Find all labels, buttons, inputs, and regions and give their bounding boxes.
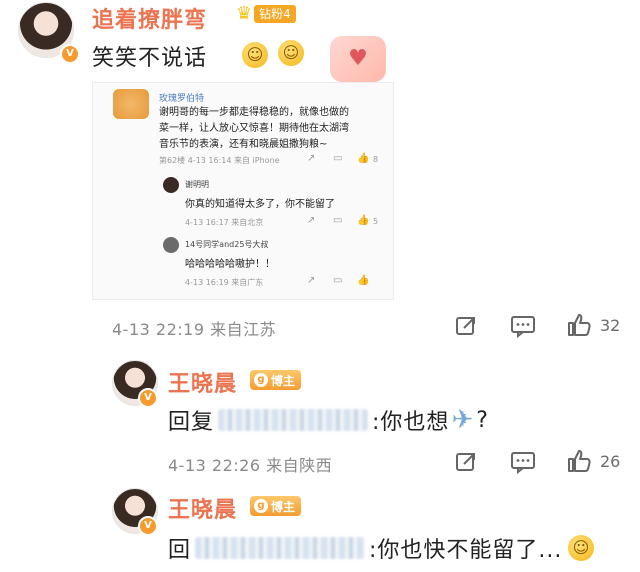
reply2-username[interactable]: 王晓晨 — [168, 492, 237, 524]
comment-icon — [511, 452, 535, 475]
crown-icon: ♛ — [236, 3, 253, 24]
like-icon — [568, 314, 591, 336]
comment-text: 笑笑不说话 — [92, 46, 208, 71]
embedded-meta: 第62楼 4-13 16:14 来自 iPhone — [159, 156, 280, 165]
like-count: 32 — [600, 315, 621, 335]
reply1-verified-badge-icon: V — [138, 388, 158, 408]
reply1-like-button[interactable]: 26 — [566, 448, 620, 474]
embedded-reply2-author: 14号同学and25号大叔 — [185, 240, 269, 249]
embedded-reply2-share-icon: ↗ — [307, 275, 316, 286]
verified-badge-icon: V — [60, 44, 80, 64]
embedded-like-count: 8 — [373, 155, 379, 164]
fan-level-label: 钻粉4 — [254, 5, 296, 23]
embedded-share-icon: ↗ — [307, 153, 316, 164]
embedded-reply2-meta: 4-13 16:19 来自广东 — [185, 278, 264, 287]
smirk-emoji-icon: ☺ — [242, 42, 268, 68]
reply1-body: :你也想 — [372, 410, 450, 435]
reply2-blurred-mention — [195, 537, 366, 559]
embedded-avatar — [113, 89, 149, 119]
upside-down-emoji-icon: ☺ — [568, 535, 595, 561]
embedded-comment-icon: ▭ — [333, 153, 343, 164]
reply2-prefix: 回 — [168, 538, 192, 563]
share-icon — [456, 453, 475, 471]
embedded-reply1-author: 谢明明 — [185, 180, 209, 189]
reply2-body: :你也快不能留了... — [369, 538, 563, 563]
airplane-icon: ✈ — [451, 405, 475, 435]
embedded-reply1-text: 你真的知道得太多了，你不能留了 — [185, 199, 335, 210]
reply1-meta: 4-13 22:26 来自陕西 — [168, 456, 333, 475]
fan-level-badge[interactable]: ♛ 钻粉4 — [236, 5, 296, 23]
like-button[interactable]: 32 — [566, 312, 620, 338]
embedded-reply2-avatar — [163, 237, 179, 253]
love-sticker-icon: ♥ — [330, 36, 386, 82]
share-icon — [456, 317, 475, 335]
embedded-like-icon: 👍 — [357, 153, 370, 164]
embedded-text-line1: 谢明哥的每一步都走得稳稳的，就像也做的 — [159, 107, 349, 118]
embedded-reply2-comment-icon: ▭ — [333, 275, 343, 286]
author-badge-icon: g — [254, 499, 268, 513]
embedded-reply1-share-icon: ↗ — [307, 215, 316, 226]
reply1-share-button[interactable] — [454, 450, 478, 474]
reply2-text: 回 :你也快不能留了... ☺ — [168, 532, 595, 564]
reply1-comment-button[interactable] — [510, 450, 536, 475]
reply2-verified-badge-icon: V — [138, 516, 158, 536]
embedded-reply1-like-count: 5 — [373, 217, 379, 226]
share-button[interactable] — [454, 314, 478, 338]
comment-button[interactable] — [510, 314, 536, 339]
embedded-reply2-text: 哈哈哈哈哈嗷护！！ — [185, 259, 275, 270]
comment-meta: 4-13 22:19 来自江苏 — [112, 320, 277, 339]
author-badge-label: 博主 — [271, 499, 296, 514]
embedded-reply1-like-icon: 👍 — [357, 215, 370, 226]
username[interactable]: 追着撩胖弯 — [92, 2, 207, 34]
reply1-tail: ? — [476, 407, 489, 433]
like-icon — [568, 450, 591, 472]
reply1-like-count: 26 — [600, 451, 621, 471]
embedded-reply1-comment-icon: ▭ — [333, 215, 343, 226]
embedded-reply1-meta: 4-13 16:17 来自北京 — [185, 218, 264, 227]
comment-icon — [511, 316, 535, 339]
reply1-prefix: 回复 — [168, 410, 215, 435]
reply1-author-badge: g 博主 — [250, 370, 302, 390]
reply1-blurred-mention — [218, 409, 369, 431]
reply1-username[interactable]: 王晓晨 — [168, 366, 237, 398]
embedded-reply1-avatar — [163, 177, 179, 193]
reply1-text: 回复 :你也想 ✈ ? — [168, 404, 489, 436]
reply2-author-badge: g 博主 — [250, 496, 302, 516]
embedded-text-line2: 菜一样，让人放心又惊喜！期待他在太湖湾 — [159, 123, 349, 134]
embedded-reply2-like-icon: 👍 — [357, 275, 370, 286]
author-badge-label: 博主 — [271, 373, 296, 388]
author-badge-icon: g — [254, 373, 268, 387]
embedded-screenshot[interactable]: 玫瑰罗伯特 谢明哥的每一步都走得稳稳的，就像也做的 菜一样，让人放心又惊喜！期待… — [92, 82, 394, 300]
embedded-text-line3: 音乐节的表演，还有和晓晨姐撒狗粮~ — [159, 139, 328, 150]
smile-emoji-icon: ☺ — [278, 40, 304, 66]
